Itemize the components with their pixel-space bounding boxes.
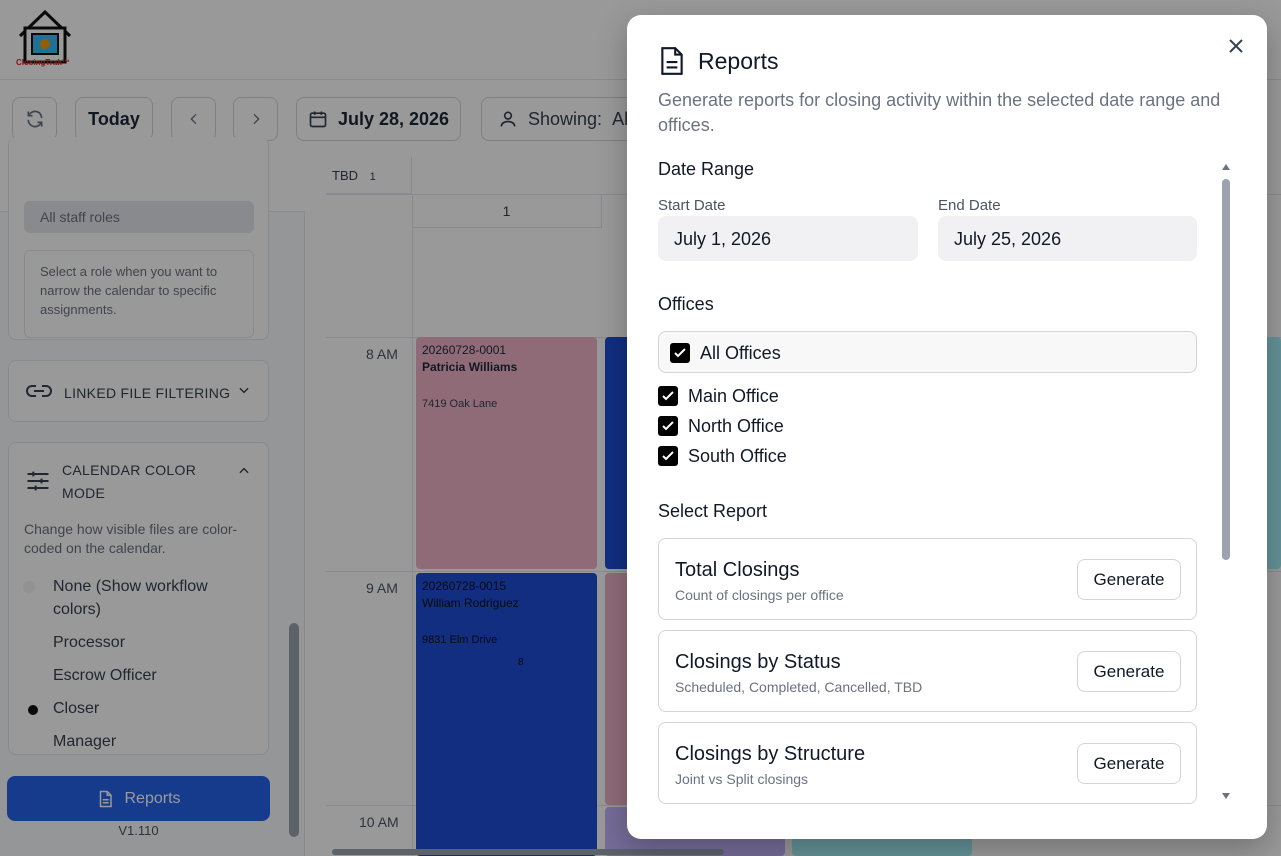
- report-card-closings-by-structure: Closings by Structure Joint vs Split clo…: [658, 722, 1197, 804]
- date-range-title: Date Range: [658, 159, 755, 179]
- report-description: Scheduled, Completed, Cancelled, TBD: [675, 679, 923, 695]
- north-office-checkbox[interactable]: [658, 416, 678, 436]
- south-office-label: South Office: [688, 446, 787, 466]
- report-description: Joint vs Split closings: [675, 771, 809, 787]
- select-report-title: Select Report: [658, 501, 768, 521]
- start-date-label: Start Date: [658, 197, 726, 214]
- report-card-closings-by-status: Closings by Status Scheduled, Completed,…: [658, 630, 1197, 712]
- modal-scrollbar-thumb[interactable]: [1222, 179, 1230, 560]
- all-offices-checkbox[interactable]: [670, 343, 690, 363]
- report-card-total-closings: Total Closings Count of closings per off…: [658, 538, 1197, 620]
- close-icon[interactable]: [1229, 39, 1243, 53]
- modal-scrollbar[interactable]: [1220, 163, 1232, 803]
- reports-modal: Reports Generate reports for closing act…: [627, 15, 1267, 839]
- generate-button[interactable]: Generate: [1077, 651, 1181, 692]
- report-title: Closings by Structure: [675, 743, 866, 765]
- offices-title: Offices: [658, 294, 714, 314]
- scroll-down-icon[interactable]: [1221, 792, 1231, 800]
- modal-description: Generate reports for closing activity wi…: [658, 90, 1221, 135]
- report-title: Closings by Status: [675, 651, 841, 673]
- report-description: Count of closings per office: [675, 587, 844, 603]
- main-office-label: Main Office: [688, 386, 779, 406]
- modal-title: Reports: [698, 48, 779, 74]
- main-office-checkbox[interactable]: [658, 386, 678, 406]
- scroll-up-icon[interactable]: [1221, 163, 1231, 171]
- north-office-label: North Office: [688, 416, 784, 436]
- generate-button[interactable]: Generate: [1077, 743, 1181, 784]
- generate-button[interactable]: Generate: [1077, 559, 1181, 600]
- end-date-label: End Date: [938, 197, 1001, 214]
- south-office-checkbox[interactable]: [658, 446, 678, 466]
- start-date-input[interactable]: July 1, 2026: [658, 216, 918, 261]
- document-icon: [661, 47, 683, 75]
- all-offices-row[interactable]: All Offices: [658, 331, 1197, 373]
- report-title: Total Closings: [675, 559, 800, 581]
- end-date-input[interactable]: July 25, 2026: [938, 216, 1197, 261]
- all-offices-label: All Offices: [700, 343, 781, 363]
